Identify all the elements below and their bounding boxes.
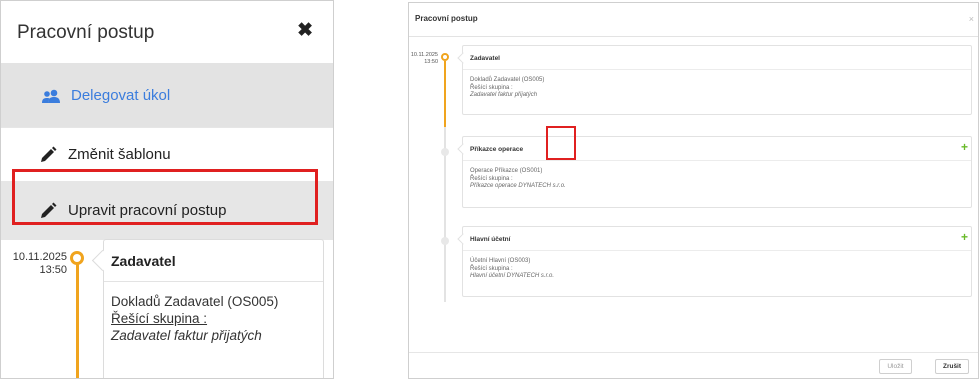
panel-header: Pracovní postup ✖ [1,1,333,64]
panel-title: Pracovní postup [17,22,155,43]
timeline-dot [441,237,449,245]
timeline-dot [441,148,449,156]
plus-icon[interactable]: + [961,141,968,153]
highlight-box-add-step [546,126,576,160]
timeline-dot [70,251,84,265]
cancel-button[interactable]: Zrušit [935,359,969,374]
save-button[interactable]: Uložit [879,359,912,374]
timeline-dot [441,53,449,61]
step-details: Dokladů Zadavatel (OS005) Řešící skupina… [111,294,279,343]
dialog-header: Pracovní postup × [409,3,978,37]
dialog-title: Pracovní postup [415,14,478,23]
pencil-icon [38,146,58,164]
menu-item-label: Delegovat úkol [71,87,171,104]
timeline-date: 10.11.2025 13:50 [410,52,438,65]
workflow-step-card: Příkazce operace + Operace Příkazce (OS0… [462,136,972,208]
step-title: Zadavatel [104,240,323,282]
workflow-step-card: Zadavatel Dokladů Zadavatel (OS005) Řeší… [103,239,324,378]
close-icon[interactable]: ✖ [297,21,313,40]
step-title: Hlavní účetní + [463,227,971,251]
timeline-date: 10.11.2025 13:50 [12,251,67,276]
menu-item-label: Změnit šablonu [68,146,171,163]
timeline-line [76,263,79,378]
step-details: Operace Příkazce (OS001) Řešící skupina … [470,168,566,189]
step-title: Příkazce operace + [463,137,971,161]
step-title: Zadavatel [463,46,971,70]
plus-icon[interactable]: + [961,231,968,243]
step-details: Účetní Hlavní (OS003) Řešící skupina : H… [470,258,555,279]
highlight-box-edit-workflow [12,169,318,225]
step-details: Dokladů Zadavatel (OS005) Řešící skupina… [470,77,545,98]
workflow-editor-dialog: Pracovní postup × 10.11.2025 13:50 Zadav… [408,2,979,379]
workflow-step-card: Hlavní účetní + Účetní Hlavní (OS003) Ře… [462,226,972,297]
user-group-icon [41,89,61,103]
menu-item-delegate-task[interactable]: Delegovat úkol [1,64,333,128]
workflow-step-card: Zadavatel Dokladů Zadavatel (OS005) Řeší… [462,45,972,115]
close-icon[interactable]: × [969,14,974,24]
timeline-line-active [444,61,446,127]
dialog-footer: Uložit Zrušit [409,352,978,378]
